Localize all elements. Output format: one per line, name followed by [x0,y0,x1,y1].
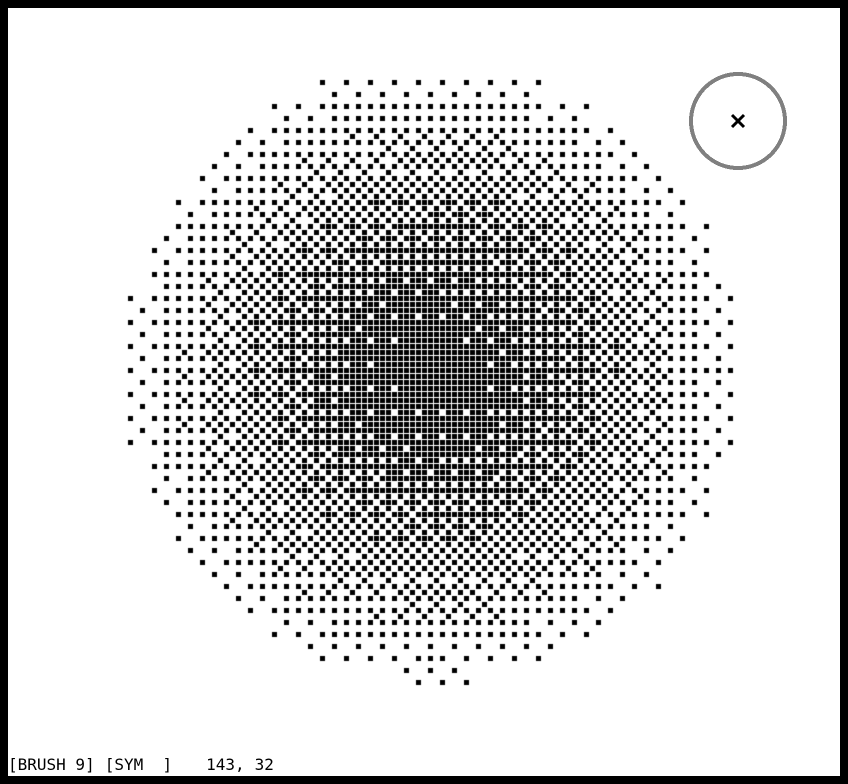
status-bar: [BRUSH 9] [SYM ] 143, 32 [8,754,840,776]
cursor-x-readout: 143, [206,755,245,774]
symmetry-indicator[interactable]: [SYM ] [105,754,172,776]
drawing-canvas[interactable] [8,8,840,754]
pixel-canvas[interactable] [8,8,840,754]
brush-size-indicator[interactable]: [BRUSH 9] [8,754,95,776]
window-frame: [BRUSH 9] [SYM ] 143, 32 [0,0,848,784]
cursor-y-readout: 32 [254,755,274,774]
